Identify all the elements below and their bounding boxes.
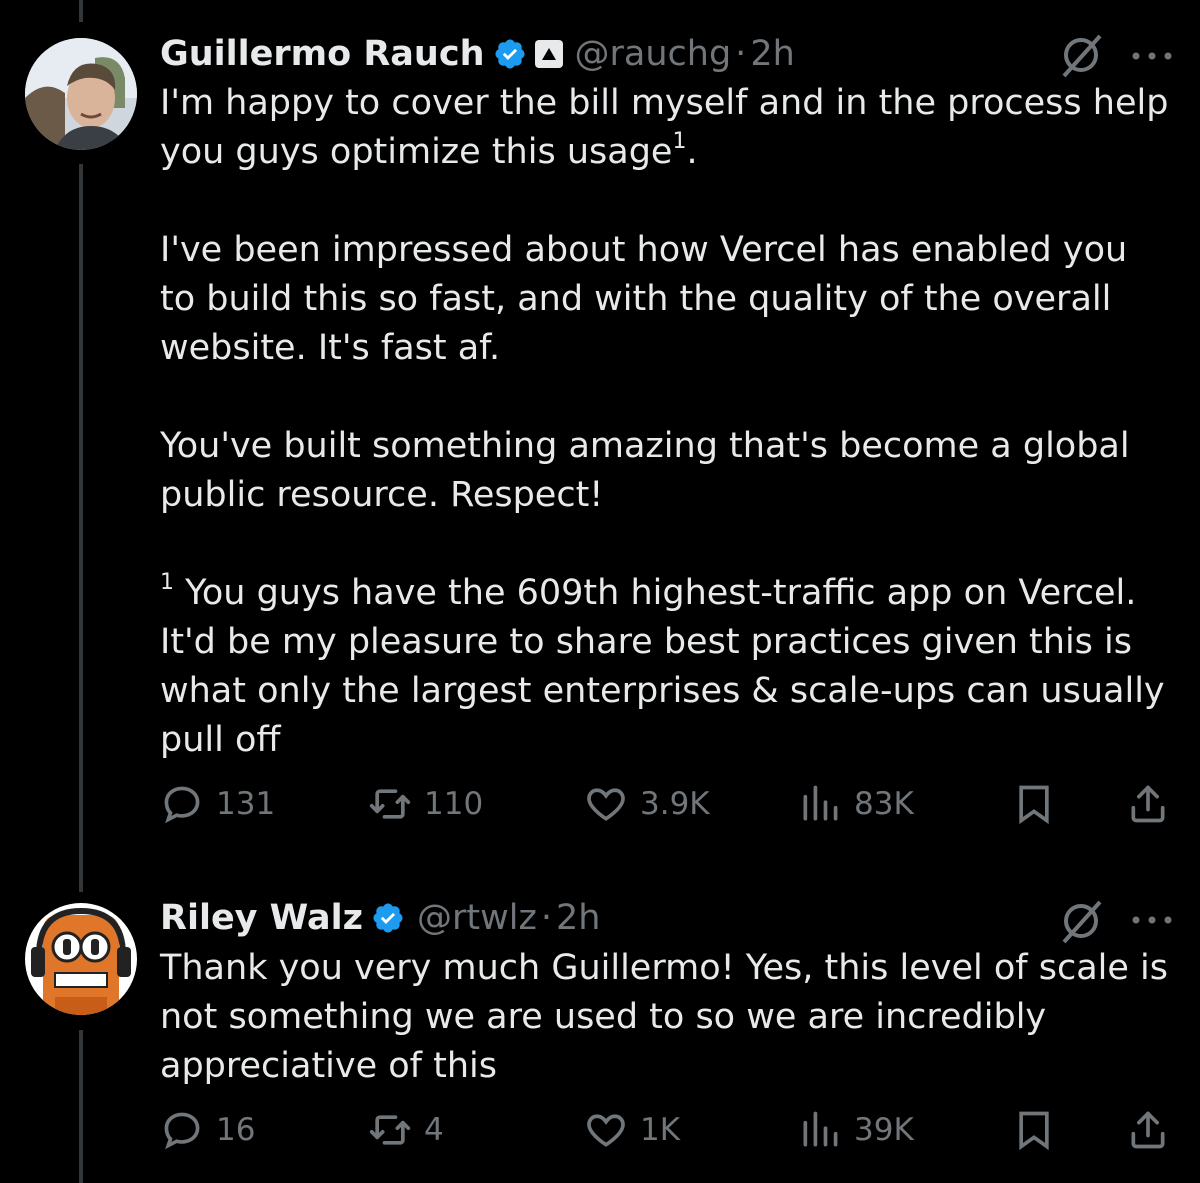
reply-icon [164,1112,200,1150]
author-handle[interactable]: @rauchg [575,34,732,74]
repost-count: 110 [424,786,484,822]
footnote-text: You guys have the 609th highest-traffic … [160,573,1176,760]
grok-icon[interactable] [1056,896,1106,946]
footnote-marker: 1 [160,570,174,596]
affiliate-badge[interactable] [534,40,563,68]
like-count: 1K [640,1112,681,1148]
repost-count: 4 [424,1112,444,1148]
reply-button[interactable]: 131 [160,782,275,826]
tweet-text: I'm happy to cover the bill myself and i… [160,79,1170,765]
repost-icon [369,1115,411,1145]
views-count: 83K [854,786,914,822]
share-icon [1131,1111,1165,1149]
timestamp[interactable]: 2h [750,34,794,74]
bookmark-button[interactable] [1012,782,1056,826]
bookmark-icon [1019,785,1049,825]
like-count: 3.9K [640,786,710,822]
like-button[interactable]: 1K [584,1108,680,1152]
share-button[interactable] [1126,1108,1170,1152]
tweet-header: Riley Walz @rtwlz · 2h [160,894,600,942]
tweet-paragraph-1: I'm happy to cover the bill myself and i… [160,79,1170,177]
repost-button[interactable]: 4 [368,1108,444,1152]
more-horizontal-icon[interactable] [1130,910,1174,930]
views-count: 39K [854,1112,914,1148]
tweet-text: Thank you very much Guillermo! Yes, this… [160,944,1170,1091]
bookmark-button[interactable] [1012,1108,1056,1152]
reply-button[interactable]: 16 [160,1108,255,1152]
author-handle[interactable]: @rtwlz [417,898,537,938]
action-bar: 131 110 3.9K 83K [160,782,1180,834]
tweet-riley[interactable]: Riley Walz @rtwlz · 2h Thank you very mu… [0,860,1200,1183]
author-name[interactable]: Guillermo Rauch [160,34,485,74]
avatar-riley[interactable] [25,903,137,1015]
separator-dot: · [540,898,553,938]
triangle-up-icon [541,48,556,60]
tweet-paragraph-3: You've built something amazing that's be… [160,426,1141,515]
author-name[interactable]: Riley Walz [160,898,363,938]
reply-count: 131 [216,786,276,822]
repost-button[interactable]: 110 [368,782,483,826]
bookmark-icon [1019,1111,1049,1151]
verified-badge-icon[interactable] [371,901,405,935]
share-button[interactable] [1126,782,1170,826]
heart-icon [587,788,625,821]
tweet-footnote: 1 You guys have the 609th highest-traffi… [160,569,1170,765]
like-button[interactable]: 3.9K [584,782,710,826]
tweet-paragraph-2: I've been impressed about how Vercel has… [160,230,1139,368]
views-button[interactable]: 83K [798,782,914,826]
reply-icon [164,786,200,824]
share-icon [1131,785,1165,823]
repost-icon [369,789,411,819]
views-icon [803,1111,838,1147]
text-segment: I'm happy to cover the bill myself and i… [160,83,1180,172]
footnote-marker: 1 [672,129,687,155]
tweet-paragraph-1: Thank you very much Guillermo! Yes, this… [160,948,1180,1086]
grok-icon[interactable] [1056,30,1106,80]
action-bar: 16 4 1K 39K [160,1108,1180,1160]
verified-badge-icon[interactable] [493,37,527,71]
text-segment: . [686,132,698,172]
tweet-guillermo[interactable]: Guillermo Rauch @rauchg · 2h I'm happy t… [0,0,1200,860]
tweet-header: Guillermo Rauch @rauchg · 2h [160,30,795,78]
views-icon [803,785,838,821]
more-horizontal-icon[interactable] [1130,46,1174,66]
avatar-guillermo[interactable] [25,38,137,150]
reply-count: 16 [216,1112,256,1148]
heart-icon [587,1114,625,1147]
views-button[interactable]: 39K [798,1108,914,1152]
timestamp[interactable]: 2h [556,898,600,938]
separator-dot: · [735,34,747,74]
